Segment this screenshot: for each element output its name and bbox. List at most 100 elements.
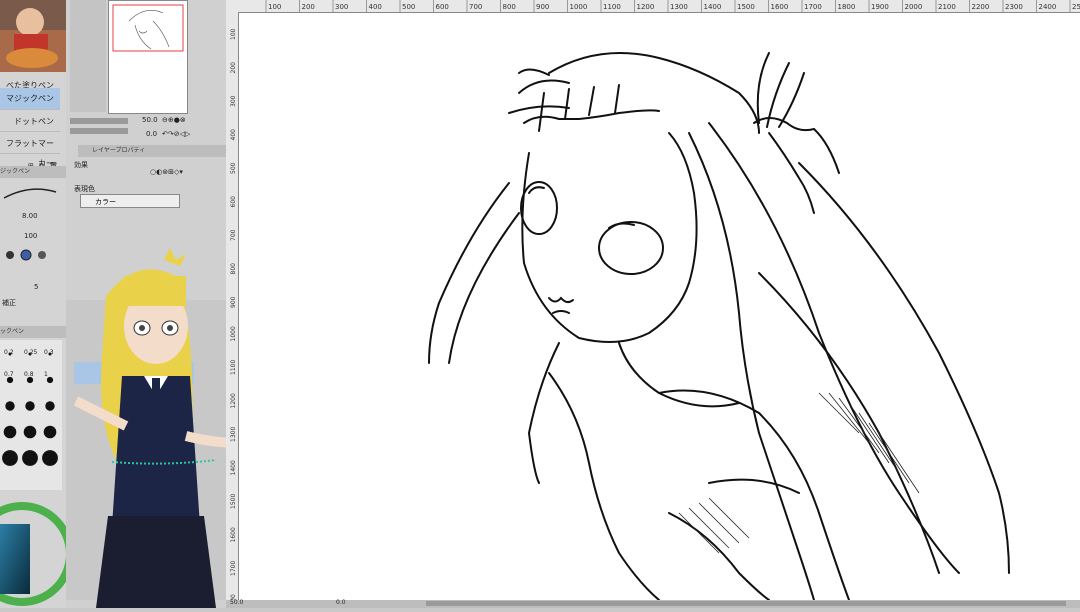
- navigator-thumbnail[interactable]: [108, 0, 188, 114]
- line-art-sketch: [428, 52, 1010, 601]
- brush-size-label: 0.2: [4, 349, 14, 356]
- ruler-top-label: 2000: [905, 3, 923, 11]
- ruler-top-label: 1200: [637, 3, 655, 11]
- webcam-overlay: [0, 0, 66, 72]
- ruler-top-label: 1300: [670, 3, 688, 11]
- ruler-left-label: 800: [230, 263, 237, 275]
- sub-tool-detail-tab[interactable]: ジックペン: [0, 166, 66, 178]
- ruler-left-label: 1400: [230, 460, 237, 475]
- rotate-buttons[interactable]: ↶↷⊘◁▷: [162, 130, 190, 138]
- ruler-top-label: 400: [369, 3, 382, 11]
- color-select-value: カラー: [95, 198, 116, 206]
- brush-size-label: 0.8: [24, 371, 34, 378]
- layer-property-tab-label: レイヤープロパティ: [92, 147, 146, 154]
- color-select[interactable]: カラー: [80, 194, 180, 208]
- brush-size-label: 0.25: [24, 349, 38, 356]
- ruler-left-label: 1300: [230, 427, 237, 442]
- status-rotate-value[interactable]: 0.0: [336, 599, 346, 606]
- ruler-left-label: 200: [230, 62, 237, 74]
- sub-tool-detail-tab-label: ジックペン: [0, 168, 31, 175]
- ruler-top-label: 600: [436, 3, 449, 11]
- ruler-top-label: 1400: [704, 3, 722, 11]
- ruler-left-label: 400: [230, 129, 237, 141]
- tool-item-2[interactable]: ドットペン: [0, 112, 60, 132]
- brush-size-label: 0.7: [4, 371, 14, 378]
- status-zoom-value[interactable]: 50.0: [230, 599, 243, 606]
- brush-size-swatch[interactable]: [43, 425, 57, 439]
- left-tool-panel: べた塗りペン マジックペン ドットペン フラットマーカー ⊞ ⧉ 🗑 ジックペン…: [0, 0, 74, 608]
- brush-size-swatch[interactable]: [25, 401, 35, 411]
- ruler-top-label: 1500: [737, 3, 755, 11]
- brush-size-label: 0.3: [44, 349, 54, 356]
- ruler-top-label: 200: [302, 3, 315, 11]
- ruler-top-label: 300: [335, 3, 348, 11]
- ruler-top-label: 2300: [1005, 3, 1023, 11]
- ruler-top-label: 1900: [871, 3, 889, 11]
- count-value[interactable]: 5: [34, 283, 38, 291]
- brush-size-swatches[interactable]: 0.2 0.25 0.3 0.7 0.8 1: [0, 340, 62, 490]
- brush-size-label: 1: [44, 371, 48, 378]
- brush-size-swatch[interactable]: [23, 425, 37, 439]
- navigator-side: [70, 0, 106, 112]
- ruler-left-label: 1700: [230, 561, 237, 576]
- brush-size-swatch[interactable]: [2, 450, 18, 466]
- ruler-top-label: 500: [402, 3, 415, 11]
- ruler-left-label: 1200: [230, 393, 237, 408]
- zoom-buttons[interactable]: ⊖⊕●⊗: [162, 116, 186, 124]
- brush-size-grid: 0.2 0.25 0.3 0.7 0.8 1: [0, 340, 62, 490]
- effect-buttons[interactable]: ○◐⊛⊞◇▾: [150, 168, 183, 176]
- brush-size-tab-label: ックペン: [0, 328, 25, 335]
- ruler-top-label: 2500: [1072, 3, 1080, 11]
- ruler-left-label: 100: [230, 28, 237, 40]
- layer-property-tab[interactable]: レイヤープロパティ: [78, 145, 226, 157]
- ruler-top-label: 1100: [603, 3, 621, 11]
- drawing-canvas[interactable]: [239, 13, 1080, 601]
- ruler-top-label: 900: [536, 3, 549, 11]
- opacity-value[interactable]: 100: [24, 232, 37, 240]
- ruler-top-label: 1600: [771, 3, 789, 11]
- color-wheel-panel: [0, 494, 74, 608]
- navigator-rotate-value[interactable]: 0.0: [146, 130, 157, 138]
- ruler-top-label: 100: [268, 3, 281, 11]
- correction-label: 補正: [2, 299, 16, 307]
- ruler-left-label: 1100: [230, 360, 237, 375]
- ruler-top-label: 1700: [804, 3, 822, 11]
- ruler-top-label: 700: [469, 3, 482, 11]
- horizontal-scrollbar[interactable]: [426, 601, 1066, 606]
- ruler-top-label: 2200: [972, 3, 990, 11]
- tool-item-3[interactable]: フラットマーカー: [0, 134, 60, 168]
- expression-color-label: 表現色: [74, 185, 95, 193]
- ruler-top-label: 1800: [838, 3, 856, 11]
- navigator-slider[interactable]: [70, 116, 130, 138]
- saturation-square[interactable]: [0, 524, 30, 594]
- ruler-top: 100 200 300 400 500 600 700 800 900 1000 1100 1200 1…: [238, 0, 1080, 13]
- brush-size-swatch[interactable]: [3, 425, 17, 439]
- ruler-left-label: 1600: [230, 527, 237, 542]
- ruler-top-label: 2400: [1039, 3, 1057, 11]
- ruler-top-label: 1000: [570, 3, 588, 11]
- brush-stroke-preview: [3, 188, 57, 199]
- ruler-left-label: 500: [230, 162, 237, 174]
- ruler-top-label: 2100: [938, 3, 956, 11]
- size-value[interactable]: 8.00: [22, 212, 38, 220]
- ruler-left-label: 1500: [230, 494, 237, 509]
- status-bar: 50.0 0.0: [226, 599, 1080, 608]
- ruler-left-label: 300: [230, 95, 237, 107]
- brush-size-swatch[interactable]: [45, 401, 55, 411]
- brush-size-swatch[interactable]: [22, 450, 38, 466]
- ruler-left-label: 600: [230, 196, 237, 208]
- brush-size-swatch[interactable]: [5, 401, 15, 411]
- tool-item-1[interactable]: マジックペン: [0, 88, 60, 110]
- brush-size-tab[interactable]: ックペン: [0, 326, 66, 338]
- ruler-left: 100 200 300 400 500 600 700 800 900 1000 1100 1200 1…: [226, 0, 239, 610]
- brush-size-swatch[interactable]: [46, 376, 54, 384]
- ruler-left-label: 900: [230, 296, 237, 308]
- brush-shape-row: [4, 247, 60, 266]
- navigator-zoom-value[interactable]: 50.0: [142, 116, 158, 124]
- brush-size-swatch[interactable]: [42, 450, 58, 466]
- ruler-left-label: 700: [230, 229, 237, 241]
- effect-label: 効果: [74, 161, 88, 169]
- webcam-image: [0, 0, 66, 72]
- ruler-top-label: 800: [503, 3, 516, 11]
- ruler-left-label: 1000: [230, 326, 237, 341]
